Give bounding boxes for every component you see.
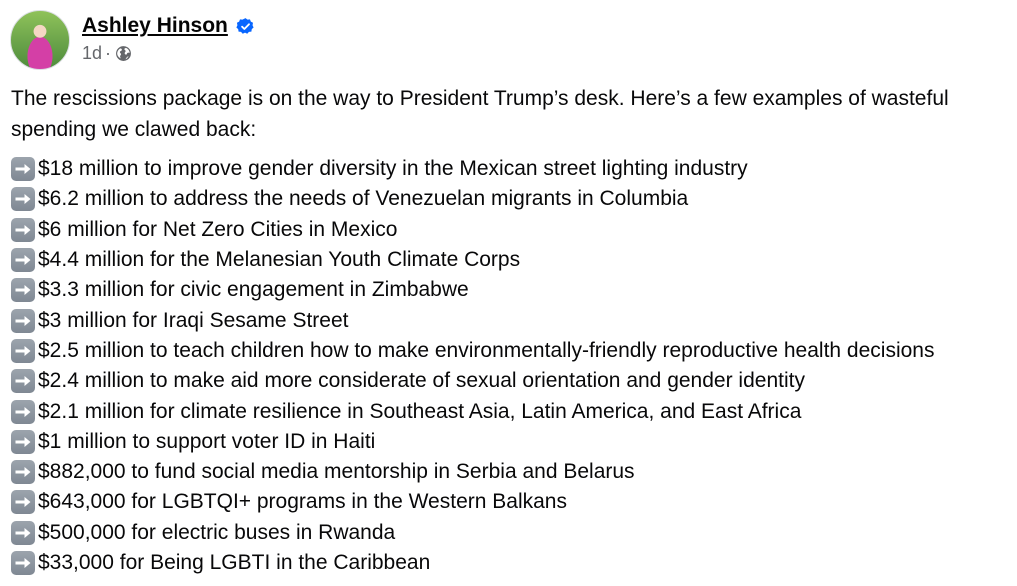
right-arrow-emoji-icon [11,369,35,394]
post-timestamp[interactable]: 1d [82,43,102,64]
author-avatar[interactable] [10,10,70,70]
list-item-text: $500,000 for electric buses in Rwanda [38,520,396,544]
right-arrow-emoji-icon [11,278,35,303]
list-item: $3 million for Iraqi Sesame Street [11,305,1017,335]
right-arrow-emoji-icon [11,490,35,515]
facebook-post: Ashley Hinson 1d · The rescissions packa… [0,0,1017,586]
list-item-text: $643,000 for LGBTQI+ programs in the Wes… [38,490,567,514]
author-name-row: Ashley Hinson [82,11,255,41]
list-item-text: $18 million to improve gender diversity … [38,157,748,181]
right-arrow-emoji-icon [11,338,35,363]
spending-list: $18 million to improve gender diversity … [11,154,1017,578]
right-arrow-emoji-icon [11,248,35,273]
right-arrow-emoji-icon [11,551,35,575]
list-item: $2.4 million to make aid more considerat… [11,366,1017,396]
list-item-text: $882,000 to fund social media mentorship… [38,460,635,484]
list-item-text: $6 million for Net Zero Cities in Mexico [38,217,398,241]
list-item: $6.2 million to address the needs of Ven… [11,184,1017,214]
list-item: $6 million for Net Zero Cities in Mexico [11,215,1017,245]
list-item-text: $2.1 million for climate resilience in S… [38,399,802,423]
right-arrow-emoji-icon [11,308,35,333]
list-item: $33,000 for Being LGBTI in the Caribbean [11,548,1017,578]
meta-separator: · [105,43,112,63]
list-item: $3.3 million for civic engagement in Zim… [11,275,1017,305]
list-item: $500,000 for electric buses in Rwanda [11,518,1017,548]
list-item: $882,000 to fund social media mentorship… [11,457,1017,487]
list-item: $18 million to improve gender diversity … [11,154,1017,184]
post-header: Ashley Hinson 1d · [10,10,255,72]
list-item-text: $3.3 million for civic engagement in Zim… [38,278,469,302]
globe-icon [116,46,131,61]
right-arrow-emoji-icon [11,217,35,242]
right-arrow-emoji-icon [11,157,35,182]
author-name-link[interactable]: Ashley Hinson [82,14,228,38]
list-item: $643,000 for LGBTQI+ programs in the Wes… [11,487,1017,517]
post-sub-row: 1d · [82,43,255,64]
post-intro-text: The rescissions package is on the way to… [11,87,949,141]
list-item: $4.4 million for the Melanesian Youth Cl… [11,245,1017,275]
list-item: $2.1 million for climate resilience in S… [11,396,1017,426]
right-arrow-emoji-icon [11,520,35,545]
list-item-text: $33,000 for Being LGBTI in the Caribbean [38,551,431,574]
list-item-text: $3 million for Iraqi Sesame Street [38,308,349,332]
right-arrow-emoji-icon [11,460,35,485]
author-meta: Ashley Hinson 1d · [82,10,255,64]
right-arrow-emoji-icon [11,429,35,454]
list-item-text: $2.5 million to teach children how to ma… [38,338,935,362]
right-arrow-emoji-icon [11,399,35,424]
list-item-text: $6.2 million to address the needs of Ven… [38,187,689,211]
right-arrow-emoji-icon [11,187,35,212]
list-item-text: $4.4 million for the Melanesian Youth Cl… [38,248,521,272]
list-item-text: $2.4 million to make aid more considerat… [38,369,805,393]
list-item-text: $1 million to support voter ID in Haiti [38,429,376,453]
list-item: $2.5 million to teach children how to ma… [11,336,1017,366]
list-item: $1 million to support voter ID in Haiti [11,427,1017,457]
verified-badge-icon [236,17,254,34]
